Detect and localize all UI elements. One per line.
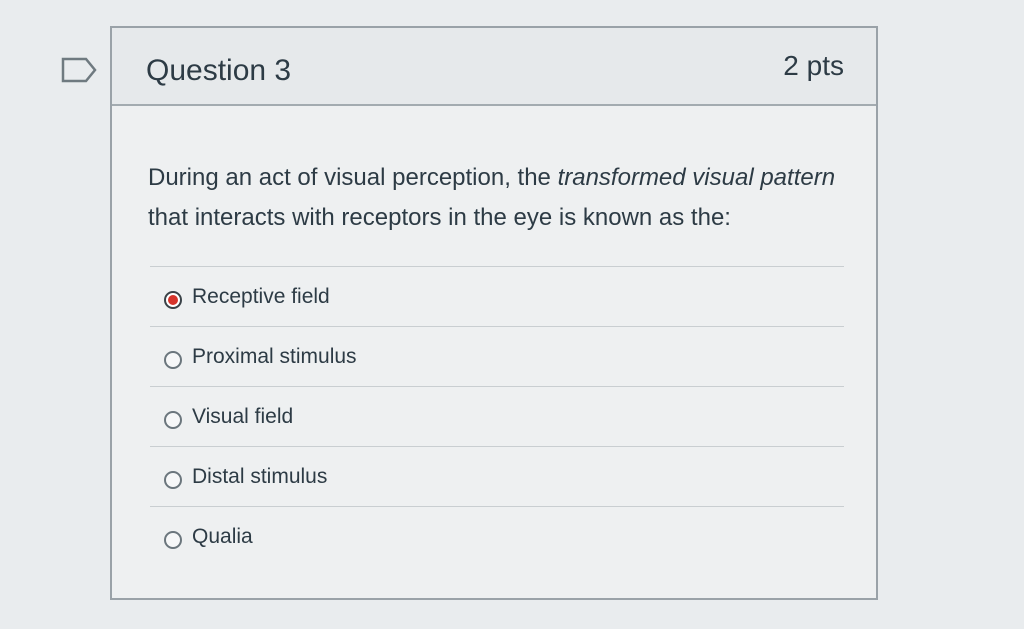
radio-icon[interactable] bbox=[164, 411, 182, 429]
radio-icon[interactable] bbox=[164, 471, 182, 489]
question-title: Question 3 bbox=[146, 54, 292, 87]
answer-label[interactable]: Proximal stimulus bbox=[192, 345, 357, 369]
radio-icon[interactable] bbox=[164, 351, 182, 369]
answer-label[interactable]: Receptive field bbox=[192, 285, 330, 309]
answer-option[interactable]: Qualia bbox=[150, 506, 844, 566]
answer-option[interactable]: Proximal stimulus bbox=[150, 326, 844, 386]
question-text: During an act of visual perception, the … bbox=[148, 158, 858, 238]
answer-label[interactable]: Distal stimulus bbox=[192, 465, 327, 489]
radio-icon[interactable] bbox=[164, 531, 182, 549]
question-body: During an act of visual perception, the … bbox=[112, 106, 876, 598]
question-text-italic: transformed visual pattern bbox=[557, 164, 836, 191]
answer-option[interactable]: Receptive field bbox=[150, 266, 844, 326]
question-text-part2: that interacts with receptors in the eye… bbox=[148, 204, 731, 231]
answer-label[interactable]: Visual field bbox=[192, 405, 293, 429]
answer-option[interactable]: Distal stimulus bbox=[150, 446, 844, 506]
question-card: Question 3 2 pts During an act of visual… bbox=[110, 26, 878, 600]
question-text-part1: During an act of visual perception, the bbox=[148, 164, 558, 191]
radio-selected-icon[interactable] bbox=[164, 291, 182, 309]
bookmark-icon[interactable] bbox=[60, 56, 98, 84]
answer-list: Receptive field Proximal stimulus Visual… bbox=[150, 266, 844, 566]
question-header: Question 3 2 pts bbox=[112, 28, 876, 106]
answer-option[interactable]: Visual field bbox=[150, 386, 844, 446]
question-points: 2 pts bbox=[783, 50, 844, 81]
answer-label[interactable]: Qualia bbox=[192, 525, 253, 549]
